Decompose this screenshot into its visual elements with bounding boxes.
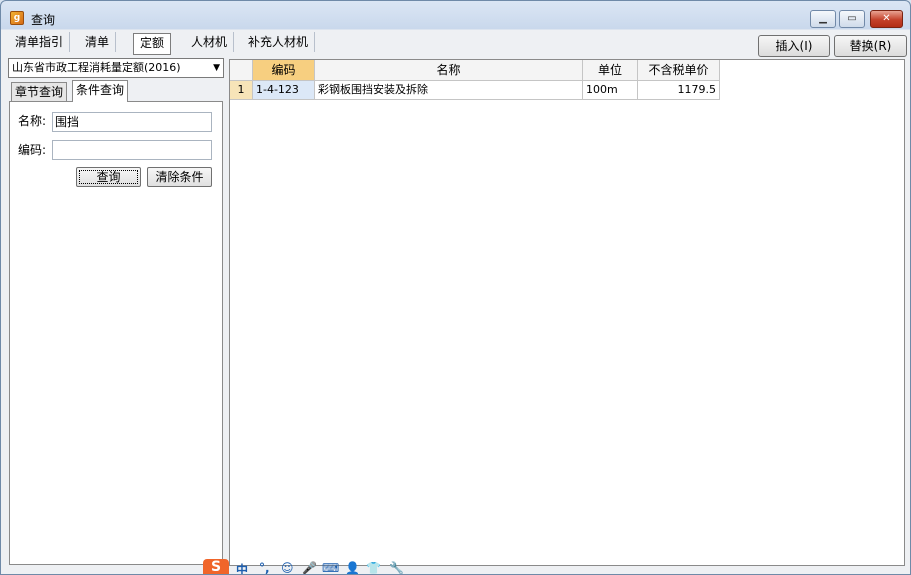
ime-emoji-icon[interactable]: ☺	[281, 561, 294, 574]
ime-toolbar: S 中 °, ☺ 🎤 ⌨ 👤 👕 🔧	[203, 559, 413, 574]
tab-chapter-search[interactable]: 章节查询	[11, 82, 68, 101]
row-number: 1	[230, 81, 253, 100]
header-unit[interactable]: 单位	[583, 60, 638, 81]
ime-chinese-mode-icon[interactable]: 中	[236, 561, 248, 574]
ime-punctuation-icon[interactable]: °,	[259, 561, 270, 574]
replace-button[interactable]: 替换(R)	[834, 35, 907, 57]
header-row-number	[230, 60, 253, 81]
ime-keyboard-icon[interactable]: ⌨	[322, 561, 339, 574]
title-bar: g 查询 ▁ ▭ ✕	[1, 1, 910, 31]
code-label: 编码:	[18, 143, 47, 157]
ime-tools-icon[interactable]: 🔧	[389, 561, 404, 574]
app-icon: g	[10, 11, 24, 25]
tab-condition-search[interactable]: 条件查询	[72, 80, 129, 102]
clear-conditions-button[interactable]: 清除条件	[147, 167, 212, 187]
code-field[interactable]	[52, 140, 212, 160]
close-button[interactable]: ✕	[870, 10, 903, 28]
condition-search-form: 名称: 围挡 编码: 查询 清除条件	[9, 101, 223, 565]
left-panel: 山东省市政工程消耗量定额(2016) ▼ 章节查询 条件查询 名称: 围挡 编码…	[8, 58, 224, 566]
header-code[interactable]: 编码	[253, 60, 315, 81]
tab-supplement-labor-material[interactable]: 补充人材机	[242, 32, 316, 52]
ime-logo-icon[interactable]: S	[203, 559, 229, 574]
cell-name[interactable]: 彩钢板围挡安装及拆除	[315, 81, 583, 100]
cell-code[interactable]: 1-4-123	[253, 81, 315, 100]
chevron-down-icon[interactable]: ▼	[213, 59, 220, 77]
query-button[interactable]: 查询	[76, 167, 141, 187]
tab-labor-material-machine[interactable]: 人材机	[185, 32, 235, 52]
header-price-excl-tax[interactable]: 不含税单价	[638, 60, 720, 81]
tab-list-guide[interactable]: 清单指引	[9, 32, 71, 52]
cell-price[interactable]: 1179.5	[638, 81, 720, 100]
maximize-button[interactable]: ▭	[839, 10, 865, 28]
insert-button[interactable]: 插入(I)	[758, 35, 830, 57]
quota-library-select[interactable]: 山东省市政工程消耗量定额(2016) ▼	[8, 58, 224, 78]
window-title: 查询	[31, 13, 56, 27]
query-window: g 查询 ▁ ▭ ✕ 清单指引 清单 定额 人材机 补充人材机 插入(I) 替换…	[0, 0, 911, 575]
tab-quota[interactable]: 定额	[133, 33, 172, 55]
results-table: 编码 名称 单位 不含税单价 1 1-4-123 彩钢板围挡安装及拆除 100m…	[229, 59, 905, 566]
tab-list[interactable]: 清单	[79, 32, 117, 52]
ime-skin-icon[interactable]: 👕	[366, 561, 381, 574]
quota-library-value: 山东省市政工程消耗量定额(2016)	[12, 61, 181, 74]
name-label: 名称:	[18, 114, 47, 128]
cell-unit[interactable]: 100m	[583, 81, 638, 100]
header-name[interactable]: 名称	[315, 60, 583, 81]
name-field[interactable]: 围挡	[52, 112, 212, 132]
minimize-button[interactable]: ▁	[810, 10, 836, 28]
ime-voice-icon[interactable]: 🎤	[302, 561, 317, 574]
ime-user-icon[interactable]: 👤	[345, 561, 360, 574]
